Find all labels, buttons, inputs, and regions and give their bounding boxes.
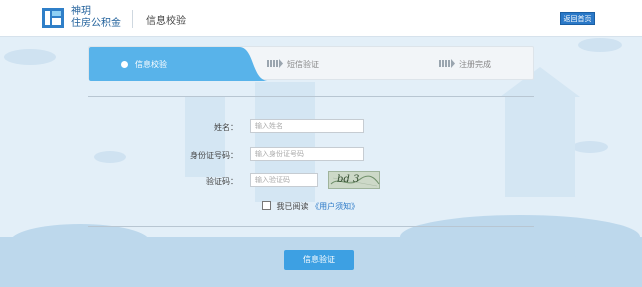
captcha-label: 验证码： [206, 177, 238, 186]
user-notice-link[interactable]: 《用户须知》 [311, 202, 359, 211]
captcha-input[interactable]: 输入验证码 [250, 173, 318, 187]
progress-steps: 信息校验 短信验证 注册完成 [88, 46, 534, 81]
logo-line-1: 神玥 [71, 6, 91, 17]
divider-top [88, 96, 534, 97]
step-3-label: 注册完成 [459, 60, 491, 69]
logo-icon [42, 6, 64, 30]
page-title: 信息校验 [146, 16, 186, 27]
logo-line-2: 住房公积金 [71, 18, 121, 29]
logo-text: 神玥 住房公积金 [71, 6, 121, 30]
agree-text: 我已阅读 [276, 202, 309, 211]
id-number-input[interactable]: 输入身份证号码 [250, 147, 364, 161]
step-2-label: 短信验证 [287, 60, 319, 69]
step-1-label: 信息校验 [135, 60, 167, 69]
agree-checkbox[interactable] [262, 201, 271, 210]
name-input[interactable]: 输入姓名 [250, 119, 364, 133]
step-1-dot-icon [121, 61, 128, 68]
captcha-text: bd 3 [337, 174, 360, 185]
main-panel: 信息校验 短信验证 注册完成 姓名： 输入姓名 身份证号码： 输入身份证号码 验… [88, 46, 534, 282]
agreement-row: 我已阅读 《用户须知》 [262, 201, 359, 212]
step-2-arrow-icon [267, 59, 283, 68]
id-number-label: 身份证号码： [190, 151, 238, 160]
home-button[interactable]: 返回首页 [560, 12, 595, 25]
step-3-arrow-icon [439, 59, 455, 68]
name-label: 姓名： [214, 123, 238, 132]
header-divider [132, 10, 133, 28]
verify-button[interactable]: 信息验证 [284, 250, 354, 270]
step-active-curve [229, 47, 269, 81]
page-header: 神玥 住房公积金 信息校验 返回首页 [0, 0, 642, 37]
captcha-image[interactable]: bd 3 [328, 171, 380, 189]
divider-bottom [88, 226, 534, 227]
